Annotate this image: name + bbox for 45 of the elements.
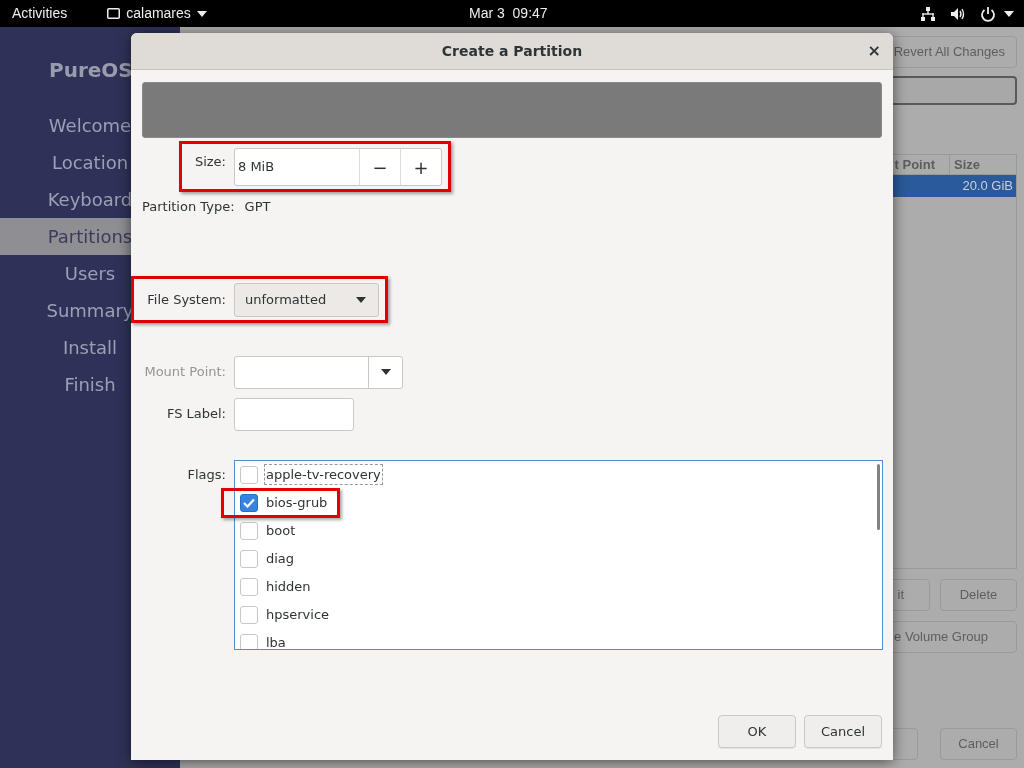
flag-label[interactable]: hidden: [266, 576, 311, 597]
clock[interactable]: Mar 3 09:47: [469, 3, 548, 24]
checkbox[interactable]: [240, 605, 258, 624]
close-button[interactable]: ×: [867, 39, 881, 63]
app-menu[interactable]: calamares: [107, 3, 207, 24]
checkbox[interactable]: [240, 465, 258, 484]
flags-label: Flags:: [187, 465, 226, 484]
power-icon[interactable]: [980, 5, 996, 22]
fs-label-label: FS Label:: [166, 405, 226, 424]
scrollbar-thumb[interactable]: [877, 463, 880, 530]
size-label: Size:: [194, 153, 226, 171]
checkbox[interactable]: [240, 549, 258, 568]
flag-label[interactable]: boot: [266, 520, 296, 541]
dialog-button[interactable]: Cancel: [804, 715, 882, 748]
mount-point-label: Mount Point:: [144, 363, 226, 382]
dialog-title: Create a Partition: [441, 41, 583, 61]
checkbox[interactable]: [240, 577, 258, 596]
sidebar-title: PureOS: [49, 57, 134, 84]
size-spin-field[interactable]: 8 MiB − +: [234, 148, 442, 186]
partition-type-value: GPT: [244, 198, 271, 216]
dialog-button[interactable]: OK: [718, 715, 796, 748]
checkbox[interactable]: [240, 493, 258, 512]
file-system-label: File System:: [147, 290, 226, 309]
caret-icon: [1004, 10, 1014, 17]
flag-label[interactable]: bios-grub: [266, 492, 328, 513]
caret-icon: [196, 10, 207, 17]
caret-icon: [356, 296, 366, 303]
caret-icon: [380, 369, 391, 375]
file-system-dropdown[interactable]: unformatted: [234, 282, 379, 317]
checkbox[interactable]: [240, 521, 258, 540]
flag-label[interactable]: apple-tv-recovery: [265, 464, 382, 485]
partition-type-label: Partition Type:: [142, 198, 235, 216]
activities-button[interactable]: Activities: [12, 3, 68, 24]
check-icon: [243, 497, 255, 508]
window-icon: [107, 8, 121, 19]
fs-label-field[interactable]: [234, 397, 354, 431]
decrement-button[interactable]: −: [359, 149, 400, 185]
size-value: 8 MiB: [237, 158, 276, 177]
increment-button[interactable]: +: [400, 149, 441, 185]
checkbox[interactable]: [240, 633, 258, 649]
network-icon[interactable]: [920, 5, 936, 22]
flag-label[interactable]: hpservice: [266, 604, 330, 625]
flag-label[interactable]: lba: [266, 632, 286, 649]
mount-point-combo[interactable]: [234, 355, 403, 389]
flag-label[interactable]: diag: [266, 548, 295, 569]
